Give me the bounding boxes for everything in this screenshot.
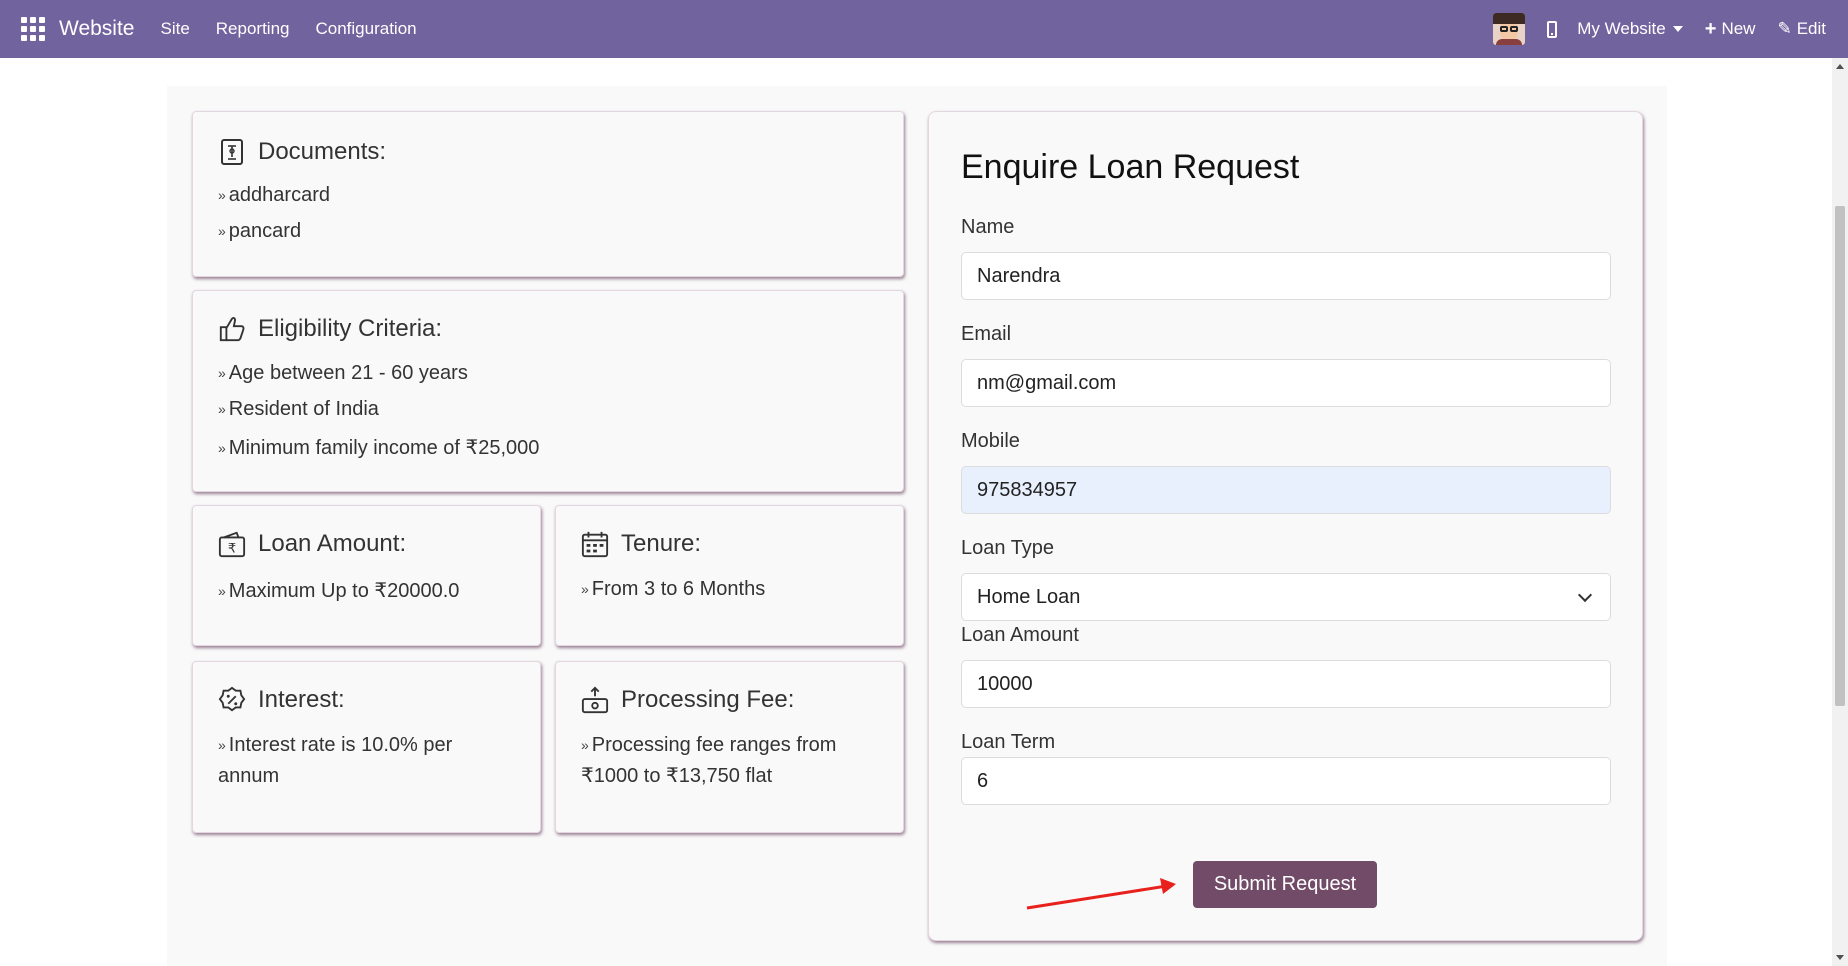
name-input[interactable]: Narendra — [961, 252, 1611, 300]
list-item: » Maximum Up to ₹20000.0 — [218, 578, 459, 603]
list-item: » Resident of India — [218, 398, 379, 421]
eligibility-item-label: Age between 21 - 60 years — [228, 362, 468, 384]
list-item: » Age between 21 - 60 years — [218, 362, 468, 385]
submit-request-button[interactable]: Submit Request — [1193, 861, 1377, 908]
scroll-down-icon[interactable] — [1836, 955, 1844, 960]
form-title: Enquire Loan Request — [961, 148, 1300, 186]
document-item-label: pancard — [228, 220, 302, 242]
menu-reporting[interactable]: Reporting — [216, 19, 290, 39]
website-selector-label: My Website — [1577, 19, 1666, 38]
scroll-thumb[interactable] — [1835, 206, 1845, 706]
mobile-label: Mobile — [961, 430, 1020, 452]
double-chevron-icon: » — [218, 440, 226, 456]
double-chevron-icon: » — [581, 737, 589, 753]
double-chevron-icon: » — [218, 401, 226, 417]
double-chevron-icon: » — [218, 365, 226, 381]
chevron-down-icon — [1577, 587, 1593, 603]
eligibility-title: Eligibility Criteria: — [258, 315, 443, 342]
pencil-icon: ✎ — [1777, 19, 1792, 38]
user-avatar[interactable] — [1493, 13, 1526, 45]
tenure-title: Tenure: — [621, 530, 702, 557]
calendar-icon — [581, 531, 609, 558]
edit-button-label: Edit — [1796, 19, 1826, 38]
interest-title: Interest: — [258, 686, 345, 713]
processing-fee-title: Processing Fee: — [621, 686, 795, 713]
email-input[interactable]: nm@gmail.com — [961, 359, 1611, 407]
loan-amount-card: ₹ Loan Amount: » Maximum Up to ₹20000.0 — [192, 505, 541, 646]
page-scrollbar[interactable] — [1832, 58, 1848, 966]
navbar-right: My Website + New ✎ Edit — [1493, 0, 1848, 58]
double-chevron-icon: » — [218, 187, 226, 203]
list-item: » pancard — [218, 220, 301, 243]
documents-title: Documents: — [258, 138, 387, 165]
eligibility-card: Eligibility Criteria: » Age between 21 - … — [192, 290, 904, 492]
loan-request-form: Enquire Loan Request Name Narendra Email… — [928, 111, 1643, 941]
loan-term-label: Loan Term — [961, 731, 1056, 753]
percent-badge-icon — [218, 686, 246, 712]
loan-type-selected: Home Loan — [977, 585, 1081, 608]
loan-type-label: Loan Type — [961, 537, 1055, 559]
processing-fee-text: Processing fee ranges from ₹1000 to ₹13,… — [581, 734, 837, 787]
name-label: Name — [961, 216, 1015, 238]
edit-button[interactable]: ✎ Edit — [1777, 19, 1826, 39]
loan-type-select[interactable]: Home Loan — [961, 573, 1611, 621]
double-chevron-icon: » — [581, 581, 589, 597]
loan-amount-input[interactable]: 10000 — [961, 660, 1611, 708]
menu-site[interactable]: Site — [160, 19, 189, 39]
list-item: » Processing fee ranges from ₹1000 to ₹13… — [581, 730, 871, 791]
svg-text:₹: ₹ — [228, 541, 236, 556]
double-chevron-icon: » — [218, 583, 226, 599]
top-navbar: Website Site Reporting Configuration My … — [0, 0, 1848, 58]
eligibility-item-label: Resident of India — [228, 398, 379, 420]
loan-amount-label: Loan Amount — [961, 624, 1079, 646]
double-chevron-icon: » — [218, 737, 226, 753]
documents-card: Documents: » addharcard » pancard — [192, 111, 904, 277]
list-item: » Interest rate is 10.0% per annum — [218, 730, 508, 791]
document-icon — [221, 139, 243, 165]
plus-icon: + — [1704, 17, 1717, 40]
red-arrow-annotation — [1026, 878, 1176, 910]
tenure-card: Tenure: » From 3 to 6 Months — [555, 505, 904, 646]
rupee-wallet-icon: ₹ — [218, 531, 246, 558]
thumbs-up-icon — [219, 317, 245, 342]
tenure-text: From 3 to 6 Months — [591, 578, 766, 600]
processing-fee-card: Processing Fee: » Processing fee ranges f… — [555, 661, 904, 833]
loan-amount-title: Loan Amount: — [258, 530, 407, 557]
mobile-preview-icon[interactable] — [1547, 20, 1558, 38]
loan-amount-text: Maximum Up to ₹20000.0 — [228, 580, 460, 602]
double-chevron-icon: » — [218, 223, 226, 239]
caret-down-icon — [1672, 26, 1683, 32]
interest-card: Interest: » Interest rate is 10.0% per an… — [192, 661, 541, 833]
menu-configuration[interactable]: Configuration — [316, 19, 417, 39]
app-brand[interactable]: Website — [59, 17, 134, 41]
list-item: » Minimum family income of ₹25,000 — [218, 435, 539, 460]
money-upload-icon — [581, 686, 609, 714]
mobile-input[interactable]: 975834957 — [961, 466, 1611, 514]
new-button-label: New — [1721, 19, 1756, 38]
document-item-label: addharcard — [228, 184, 330, 206]
apps-grid-icon[interactable] — [21, 17, 45, 41]
new-button[interactable]: + New — [1705, 19, 1756, 39]
website-selector[interactable]: My Website — [1577, 19, 1683, 39]
interest-text: Interest rate is 10.0% per annum — [218, 734, 453, 787]
list-item: » addharcard — [218, 184, 330, 207]
loan-term-input[interactable]: 6 — [961, 757, 1611, 805]
email-label: Email — [961, 323, 1012, 345]
scroll-up-icon[interactable] — [1836, 64, 1844, 69]
list-item: » From 3 to 6 Months — [581, 578, 765, 601]
eligibility-item-label: Minimum family income of ₹25,000 — [228, 437, 540, 459]
